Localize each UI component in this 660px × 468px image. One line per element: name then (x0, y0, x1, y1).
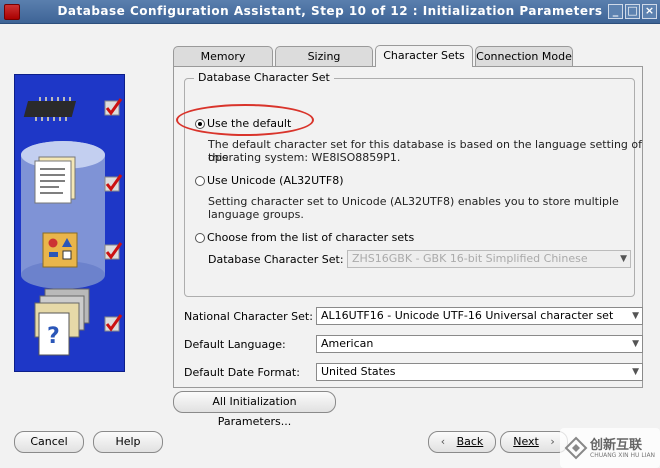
cancel-button[interactable]: Cancel (14, 431, 84, 453)
use-unicode-label[interactable]: Use Unicode (AL32UTF8) (207, 174, 343, 187)
national-charset-label: National Character Set: (184, 310, 313, 323)
minimize-button[interactable]: _ (608, 4, 623, 19)
watermark-en-text: CHUANG XIN HU LIAN (590, 452, 656, 459)
title-bar[interactable]: Database Configuration Assistant, Step 1… (0, 0, 660, 24)
chevron-down-icon: ▼ (632, 339, 639, 349)
default-language-value: American (321, 337, 374, 350)
chip-icon (23, 97, 77, 121)
db-charset-label: Database Character Set: (208, 253, 344, 266)
svg-text:?: ? (47, 324, 60, 349)
group-title: Database Character Set (194, 71, 334, 84)
national-charset-value: AL16UTF16 - Unicode UTF-16 Universal cha… (321, 309, 614, 322)
close-button[interactable]: × (642, 4, 657, 19)
step-checkmarks (104, 98, 123, 332)
use-unicode-desc-line2: language groups. (208, 208, 304, 221)
chevron-right-icon: › (550, 435, 555, 448)
default-date-format-value: United States (321, 365, 396, 378)
next-button[interactable]: Next › (500, 431, 568, 453)
chevron-down-icon: ▼ (632, 311, 639, 321)
wizard-illustration-graphic: ? (21, 97, 123, 356)
help-folder-icon: ? (34, 288, 90, 356)
watermark: 创新互联 CHUANG XIN HU LIAN (560, 428, 660, 468)
shapes-icon (42, 232, 78, 268)
document-icon (34, 156, 76, 204)
choose-list-label[interactable]: Choose from the list of character sets (207, 231, 414, 244)
choose-list-radio[interactable] (195, 233, 205, 243)
default-language-select[interactable]: American ▼ (316, 335, 643, 353)
db-charset-value: ZHS16GBK - GBK 16-bit Simplified Chinese (352, 252, 588, 265)
red-highlight-ellipse (176, 104, 314, 136)
chevron-down-icon: ▼ (620, 254, 627, 264)
watermark-logo-icon (564, 436, 588, 460)
back-label: Back (456, 435, 484, 448)
watermark-cn-text: 创新互联 (590, 438, 643, 453)
maximize-button[interactable]: □ (625, 4, 640, 19)
tab-connection-mode[interactable]: Connection Mode (475, 46, 573, 66)
chevron-left-icon: ‹ (440, 435, 446, 448)
national-charset-select[interactable]: AL16UTF16 - Unicode UTF-16 Universal cha… (316, 307, 643, 325)
use-unicode-desc-line1: Setting character set to Unicode (AL32UT… (208, 195, 619, 208)
default-language-label: Default Language: (184, 338, 286, 351)
tab-character-sets[interactable]: Character Sets (375, 45, 473, 67)
window-title: Database Configuration Assistant, Step 1… (57, 4, 603, 18)
default-date-format-select[interactable]: United States ▼ (316, 363, 643, 381)
next-label: Next (513, 435, 539, 448)
chevron-down-icon: ▼ (632, 367, 639, 377)
default-date-format-label: Default Date Format: (184, 366, 300, 379)
use-unicode-radio[interactable] (195, 176, 205, 186)
back-button[interactable]: ‹ Back (428, 431, 496, 453)
all-init-params-button[interactable]: All Initialization Parameters... (173, 391, 336, 428)
tab-memory[interactable]: Memory (173, 46, 273, 66)
wizard-illustration: ? (14, 74, 125, 372)
db-charset-select[interactable]: ZHS16GBK - GBK 16-bit Simplified Chinese… (347, 250, 631, 268)
help-button[interactable]: Help (93, 431, 163, 453)
tab-sizing[interactable]: Sizing (275, 46, 373, 66)
use-default-desc-line2: operating system: WE8ISO8859P1. (208, 151, 401, 164)
